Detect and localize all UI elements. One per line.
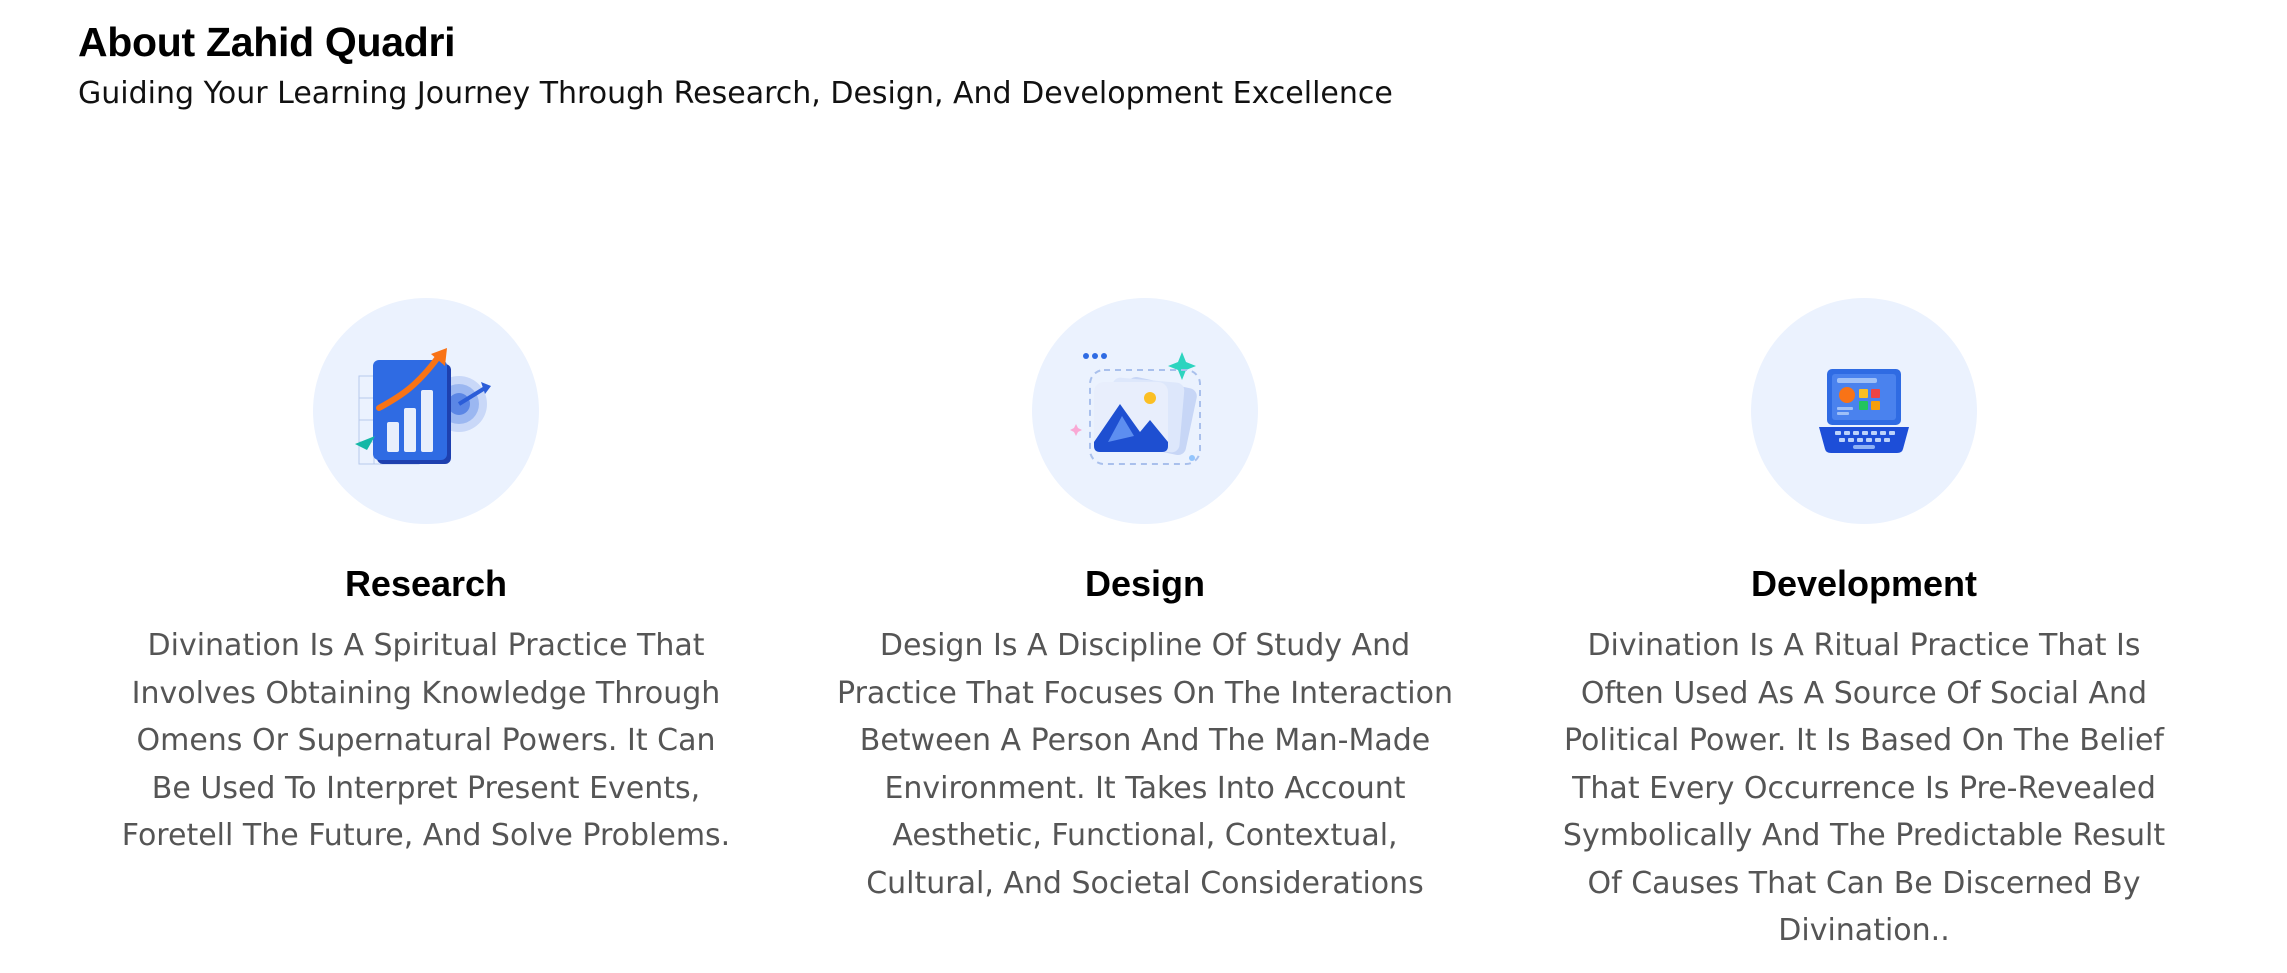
icon-circle	[1032, 298, 1258, 524]
icon-circle	[1751, 298, 1977, 524]
card-design: Design Design Is A Discipline Of Study A…	[835, 298, 1455, 907]
laptop-dashboard-icon	[1819, 369, 1909, 453]
icon-circle	[313, 298, 539, 524]
card-title: Research	[344, 563, 508, 604]
card-description: Divination Is A Ritual Practice That Is …	[1562, 628, 2166, 948]
card-title: Design	[1084, 563, 1206, 604]
image-gallery-icon	[1070, 352, 1201, 465]
card-description: Divination Is A Spiritual Practice That …	[121, 628, 731, 853]
page-header: About Zahid Quadri Guiding Your Learning…	[78, 14, 1393, 114]
bar-chart-growth-icon	[355, 348, 491, 465]
feature-cards: Research Divination Is A Spiritual Pract…	[0, 298, 2287, 973]
card-research: Research Divination Is A Spiritual Pract…	[116, 298, 736, 860]
card-development: Development Divination Is A Ritual Pract…	[1554, 298, 2174, 955]
card-title: Development	[1750, 563, 1978, 604]
card-description: Design Is A Discipline Of Study And Prac…	[837, 628, 1453, 901]
page-subtitle: Guiding Your Learning Journey Through Re…	[78, 76, 1393, 111]
page-title: About Zahid Quadri	[78, 19, 456, 65]
